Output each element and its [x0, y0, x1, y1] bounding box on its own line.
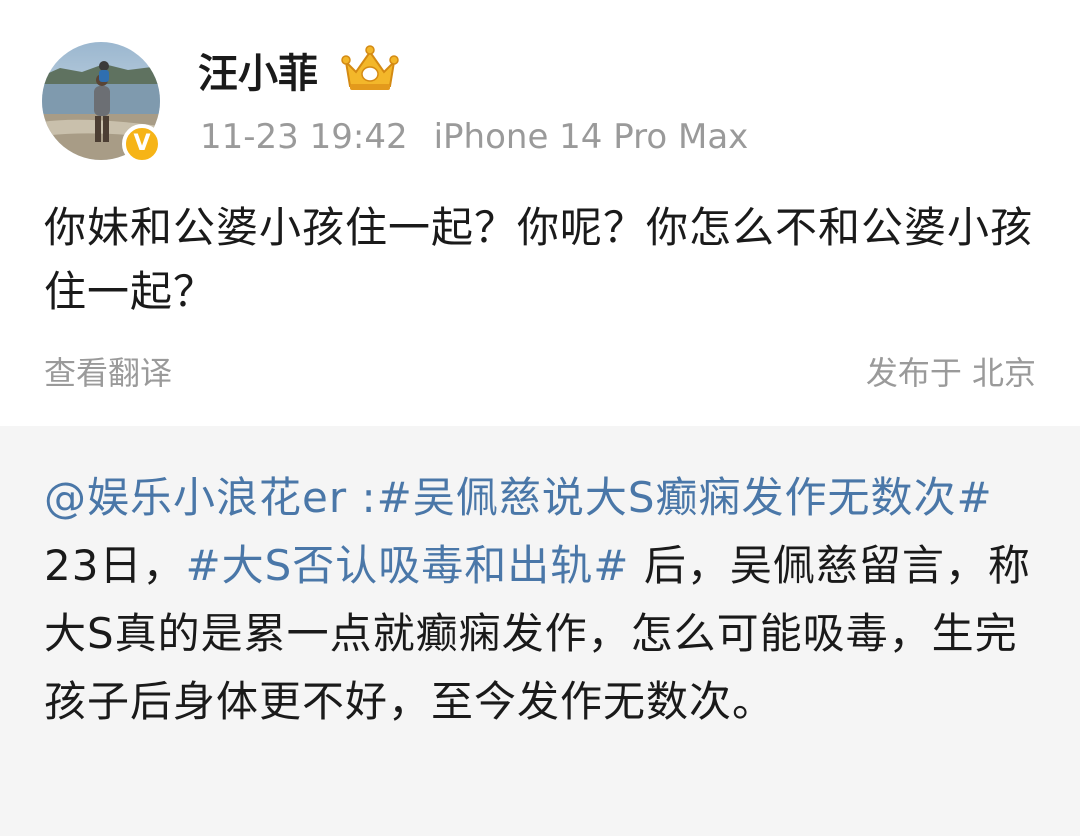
hashtag-link[interactable]: #大S否认吸毒和出轨#	[185, 541, 629, 590]
repost-author-link[interactable]: @娱乐小浪花er	[44, 473, 347, 522]
crown-icon[interactable]	[340, 44, 400, 94]
hashtag-link[interactable]: #吴佩慈说大S癫痫发作无数次#	[377, 473, 993, 522]
repost-separator: :	[347, 473, 377, 522]
username[interactable]: 汪小菲	[198, 46, 318, 102]
post-meta: 11-23 19:42 iPhone 14 Pro Max	[200, 112, 748, 162]
repost-text: @娱乐小浪花er :#吴佩慈说大S癫痫发作无数次# 23日，#大S否认吸毒和出轨…	[44, 464, 1044, 736]
reposted-content[interactable]: @娱乐小浪花er :#吴佩慈说大S癫痫发作无数次# 23日，#大S否认吸毒和出轨…	[0, 426, 1080, 836]
translate-link[interactable]: 查看翻译	[44, 350, 172, 396]
repost-text-part: 23日，	[44, 541, 186, 590]
post-device: iPhone 14 Pro Max	[433, 117, 749, 157]
post-text: 你妹和公婆小孩住一起？你呢？你怎么不和公婆小孩住一起？	[44, 203, 1034, 316]
verified-badge-icon: V	[122, 124, 162, 164]
post-location: 发布于 北京	[865, 354, 1036, 392]
weibo-post: V 汪小菲 11-23 19:42 iPhone 14 Pro Max 你妹和公婆…	[0, 0, 1080, 426]
post-timestamp: 11-23 19:42	[200, 117, 408, 157]
